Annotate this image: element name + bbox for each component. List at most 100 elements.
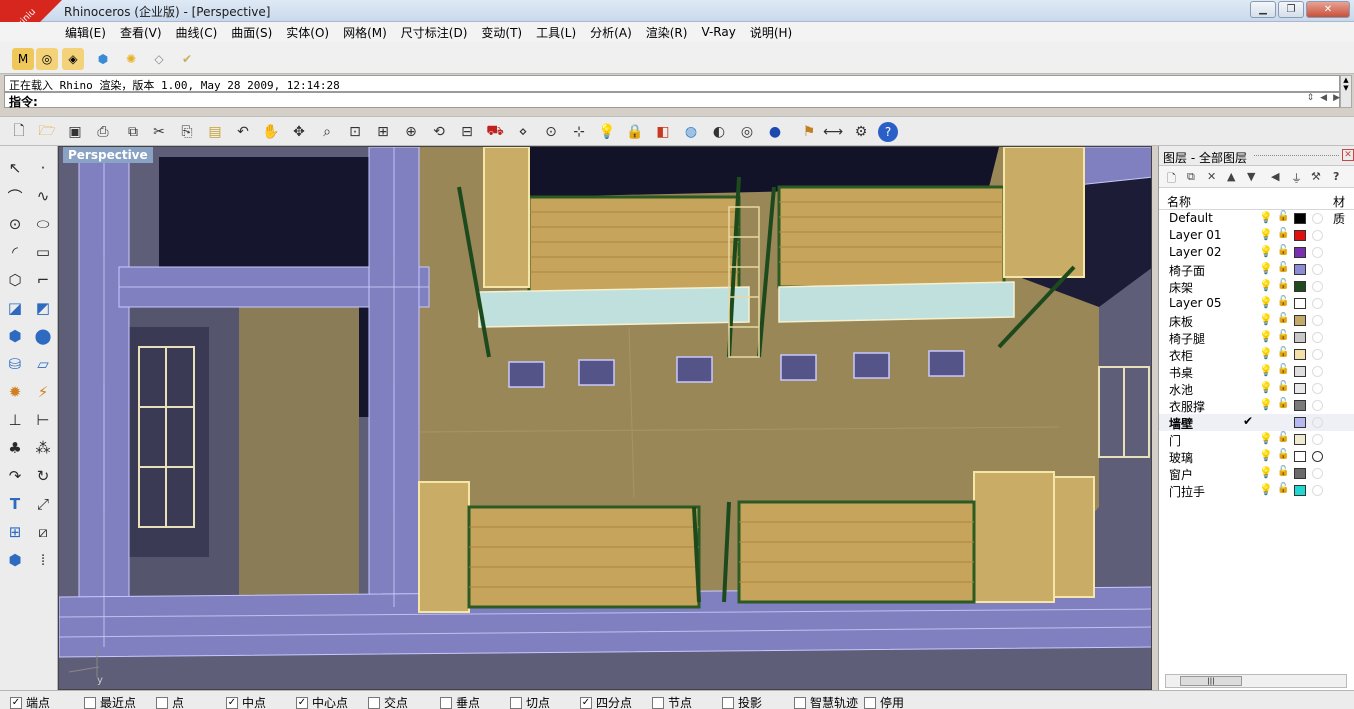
menu-analyze[interactable]: 分析(A) (583, 24, 639, 41)
menu-view[interactable]: 查看(V) (113, 24, 169, 41)
menu-mesh[interactable]: 网格(M) (336, 24, 394, 41)
layer-color-swatch[interactable] (1294, 264, 1306, 275)
scale-icon[interactable]: ⤢ (31, 492, 55, 516)
osnap-checkbox[interactable] (652, 696, 664, 709)
osnap-option[interactable]: 投影 (722, 694, 762, 709)
visibility-bulb-icon[interactable]: 💡 (1259, 381, 1273, 394)
dimension-icon[interactable]: ⟷ (822, 121, 844, 143)
restore-button[interactable]: ❐ (1278, 1, 1304, 18)
layer-material-icon[interactable] (1312, 417, 1323, 428)
visibility-bulb-icon[interactable]: 💡 (1259, 279, 1273, 292)
text-icon[interactable]: T (3, 492, 27, 516)
command-line[interactable]: 指令: (4, 92, 1340, 109)
scrollbar-thumb[interactable]: ||| (1180, 676, 1242, 686)
visibility-bulb-icon[interactable]: 💡 (1259, 466, 1273, 479)
help-layer-icon[interactable]: ? (1333, 170, 1339, 183)
cut-icon[interactable]: ✂ (148, 121, 170, 143)
open-folder-icon[interactable]: 🗁 (36, 121, 58, 143)
grid-plane-icon[interactable]: ⋄ (512, 121, 534, 143)
point-icon[interactable]: · (31, 156, 55, 180)
layer-material-icon[interactable] (1312, 315, 1323, 326)
close-button[interactable]: ✕ (1306, 1, 1350, 18)
layer-material-icon[interactable] (1312, 332, 1323, 343)
layer-material-icon[interactable] (1312, 230, 1323, 241)
vray-options-icon[interactable]: ◈ (62, 48, 84, 70)
visibility-bulb-icon[interactable]: 💡 (1259, 398, 1273, 411)
osnap-checkbox[interactable] (510, 696, 522, 709)
layer-color-swatch[interactable] (1294, 230, 1306, 241)
move-out-icon[interactable]: ◀ (1271, 170, 1279, 183)
layer-name[interactable]: 墙壁 (1169, 415, 1193, 432)
lock-toggle-icon[interactable]: 🔓 (1277, 245, 1289, 256)
menu-edit[interactable]: 编辑(E) (58, 24, 113, 41)
layer-material-icon[interactable] (1312, 264, 1323, 275)
import-icon[interactable]: ⧉ (122, 121, 144, 143)
vray-material-icon[interactable]: ◎ (36, 48, 58, 70)
zoom-extents-icon[interactable]: ⊞ (372, 121, 394, 143)
layer-material-icon[interactable] (1312, 468, 1323, 479)
delete-layer-icon[interactable]: ✕ (1207, 170, 1216, 183)
circle-icon[interactable]: ⊙ (3, 212, 27, 236)
join-icon[interactable]: ⊢ (31, 408, 55, 432)
split-icon[interactable]: ⊥ (3, 408, 27, 432)
layer-name[interactable]: 床板 (1169, 313, 1193, 330)
perspective-viewport[interactable]: Perspective y (58, 146, 1152, 690)
layer-material-icon[interactable] (1312, 485, 1323, 496)
osnap-checkbox[interactable] (368, 696, 380, 709)
layer-color-swatch[interactable] (1294, 366, 1306, 377)
shaded-sphere-icon[interactable]: ◐ (708, 121, 730, 143)
layer-material-icon[interactable] (1312, 366, 1323, 377)
new-file-icon[interactable]: 🗋 (8, 121, 30, 143)
layer-row[interactable]: 书桌 💡 🔓 (1159, 363, 1354, 380)
osnap-option[interactable]: 交点 (368, 694, 408, 709)
layer-row[interactable]: 水池 💡 🔓 (1159, 380, 1354, 397)
vray-check-icon[interactable]: ✔ (176, 48, 198, 70)
vray-tag-icon[interactable]: ◇ (148, 48, 170, 70)
minimize-button[interactable]: ▁ (1250, 1, 1276, 18)
layer-color-swatch[interactable] (1294, 434, 1306, 445)
layer-material-icon[interactable] (1312, 349, 1323, 360)
layer-row[interactable]: Layer 05 💡 🔓 (1159, 295, 1354, 312)
select-points-icon[interactable]: ⊹ (568, 121, 590, 143)
layer-name[interactable]: Layer 01 (1169, 228, 1222, 242)
help-icon[interactable]: ? (878, 122, 898, 142)
panel-close-icon[interactable]: ✕ (1342, 149, 1354, 161)
lock-toggle-icon[interactable]: 🔓 (1277, 296, 1289, 307)
layer-name[interactable]: Default (1169, 211, 1213, 225)
visibility-bulb-icon[interactable]: 💡 (1259, 313, 1273, 326)
layer-row[interactable]: Default 💡 🔓 (1159, 210, 1354, 227)
car-icon[interactable]: ⛟ (484, 121, 506, 143)
lock-toggle-icon[interactable]: 🔓 (1277, 347, 1289, 358)
layer-name[interactable]: 衣柜 (1169, 347, 1193, 364)
light-bulb-icon[interactable]: 💡 (596, 121, 618, 143)
layer-name[interactable]: 水池 (1169, 381, 1193, 398)
osnap-checkbox[interactable] (440, 696, 452, 709)
layer-name[interactable]: 椅子面 (1169, 262, 1205, 279)
boolean-icon[interactable]: ⬤ (31, 324, 55, 348)
layer-material-icon[interactable] (1312, 213, 1323, 224)
box-icon[interactable]: ⬢ (3, 324, 27, 348)
four-views-icon[interactable]: ⊟ (456, 121, 478, 143)
explode-icon[interactable]: ✹ (3, 380, 27, 404)
menu-solid[interactable]: 实体(O) (279, 24, 336, 41)
layer-row[interactable]: Layer 02 💡 🔓 (1159, 244, 1354, 261)
osnap-checkbox[interactable]: ✓ (10, 696, 22, 709)
filter-icon[interactable]: ⏚ (1291, 170, 1302, 186)
layer-color-swatch[interactable] (1294, 468, 1306, 479)
ellipse-icon[interactable]: ⬭ (31, 212, 55, 236)
osnap-option[interactable]: ✓ 中心点 (296, 694, 348, 709)
visibility-bulb-icon[interactable]: 💡 (1259, 296, 1273, 309)
osnap-checkbox[interactable] (84, 696, 96, 709)
menu-surface[interactable]: 曲面(S) (224, 24, 279, 41)
osnap-checkbox[interactable] (156, 696, 168, 709)
osnap-option[interactable]: 切点 (510, 694, 550, 709)
lock-toggle-icon[interactable]: 🔓 (1277, 381, 1289, 392)
layer-row[interactable]: Layer 01 💡 🔓 (1159, 227, 1354, 244)
layer-name[interactable]: 门拉手 (1169, 483, 1205, 500)
visibility-bulb-icon[interactable]: 💡 (1259, 228, 1273, 241)
layer-color-swatch[interactable] (1294, 485, 1306, 496)
viewport-title-tab[interactable]: Perspective (63, 147, 153, 163)
fillet-curve-icon[interactable]: ⌐ (31, 268, 55, 292)
loft-icon[interactable]: ◩ (31, 296, 55, 320)
visibility-bulb-icon[interactable]: 💡 (1259, 449, 1273, 462)
